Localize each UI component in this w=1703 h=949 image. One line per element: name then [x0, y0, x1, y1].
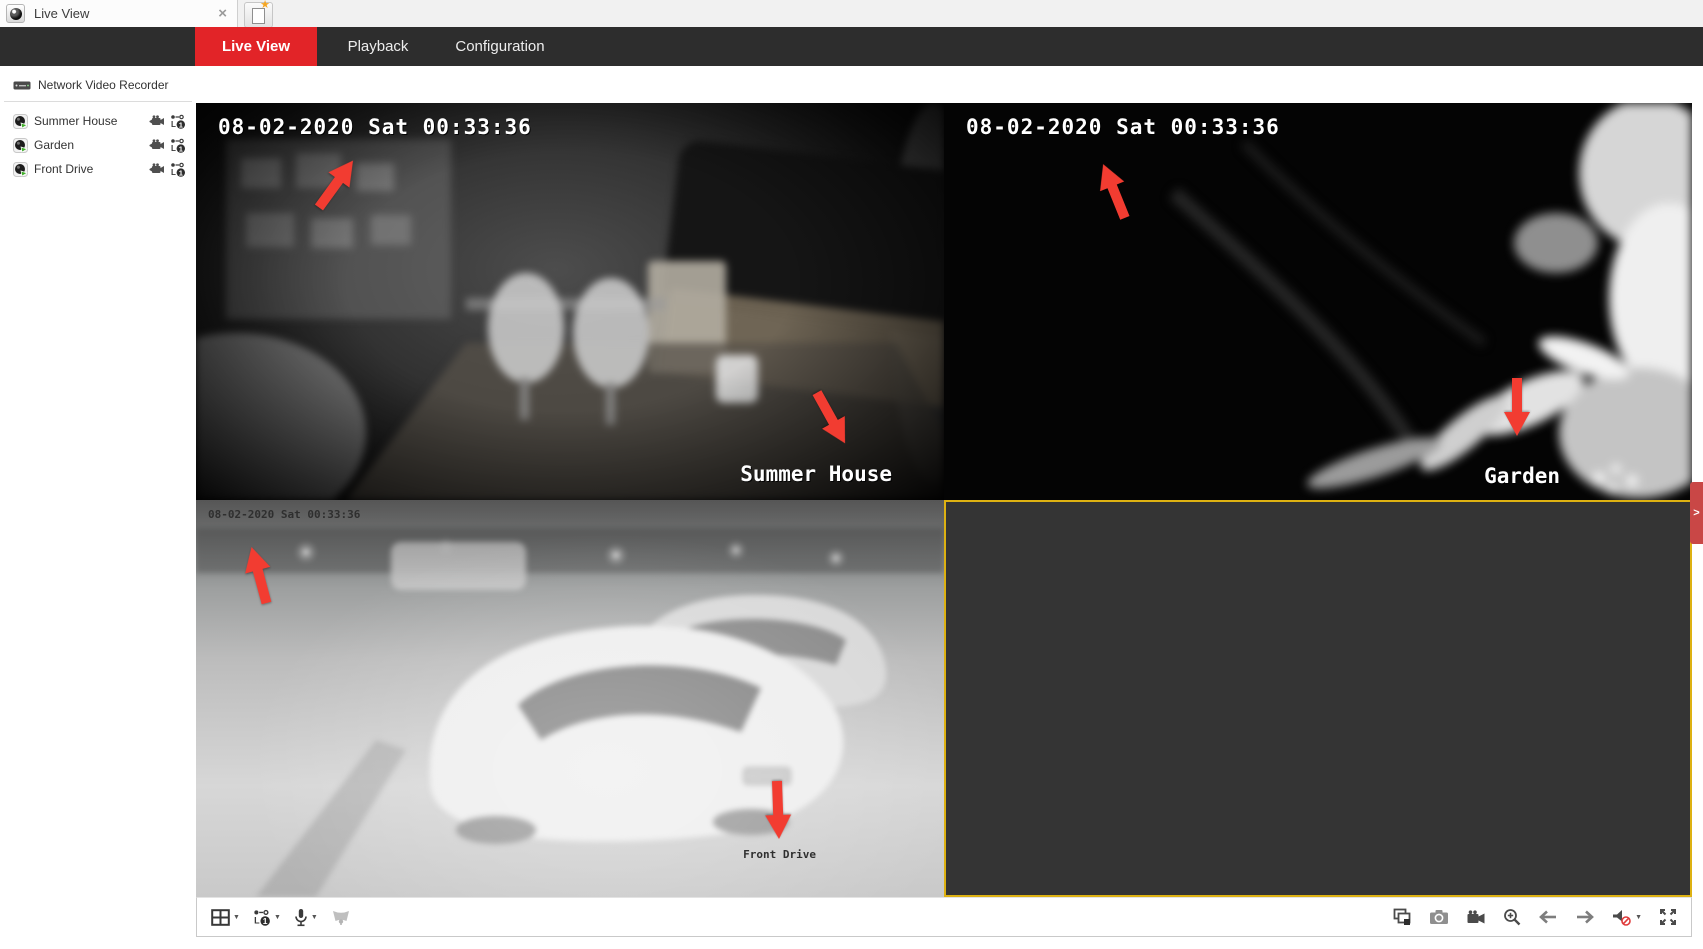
capture-snapshot-button[interactable]: [1427, 907, 1451, 927]
sidebar-item-summer-house[interactable]: Summer House L1: [0, 109, 196, 133]
lens-glyph: [10, 8, 22, 20]
sidebar-item-garden[interactable]: Garden L1: [0, 133, 196, 157]
garden-video-frame: [944, 103, 1692, 500]
browser-tab-bar: Live View × ★: [0, 0, 1703, 27]
digital-zoom-button[interactable]: [1501, 906, 1523, 928]
live-view-toolbar: ▼ L1 ▼ ▼: [196, 897, 1692, 937]
camera-name: Front Drive: [34, 162, 93, 176]
stream-type-icon[interactable]: L1: [170, 162, 186, 177]
sidebar-item-nvr[interactable]: Network Video Recorder: [0, 66, 196, 101]
camera-name: Garden: [34, 138, 74, 152]
nvr-device-icon: [13, 79, 31, 92]
svg-text:L: L: [171, 144, 176, 153]
two-way-audio-button[interactable]: ▼: [292, 906, 320, 929]
video-pane-empty-selected[interactable]: [944, 500, 1692, 897]
webcam-favicon-icon: [6, 4, 25, 23]
stream-type-icon[interactable]: L1: [170, 138, 186, 153]
video-pane-front-drive[interactable]: 08-02-2020 Sat 00:33:36 Front Drive: [196, 500, 944, 897]
next-page-button[interactable]: [1573, 907, 1597, 927]
camera-sidebar: Network Video Recorder Summer House L1 G…: [0, 66, 196, 949]
sidebar-item-front-drive[interactable]: Front Drive L1: [0, 157, 196, 181]
tab-configuration[interactable]: Configuration: [439, 27, 561, 66]
osd-timestamp: 08-02-2020 Sat 00:33:36: [966, 115, 1280, 139]
camera-lens-icon: [13, 162, 28, 177]
main-nav-bar: Live View Playback Configuration: [0, 27, 1703, 66]
fog-overlay: [196, 500, 944, 897]
svg-text:L: L: [171, 120, 176, 129]
window-division-button[interactable]: ▼: [209, 907, 242, 928]
new-tab-button[interactable]: ★: [244, 2, 273, 28]
stop-all-live-view-button[interactable]: [1391, 906, 1414, 928]
browser-tab[interactable]: Live View ×: [0, 0, 238, 27]
svg-text:L: L: [171, 168, 176, 177]
camera-name: Summer House: [34, 114, 117, 128]
svg-text:1: 1: [179, 168, 183, 177]
browser-tab-title: Live View: [34, 6, 89, 21]
chevron-down-icon[interactable]: ▼: [311, 914, 318, 921]
camera-lens-icon: [13, 138, 28, 153]
chevron-down-icon[interactable]: ▼: [1635, 914, 1642, 921]
expand-panel-button[interactable]: >: [1690, 482, 1703, 544]
record-video-button[interactable]: [1464, 908, 1488, 927]
svg-text:L: L: [254, 915, 260, 925]
start-live-camcorder-icon[interactable]: [149, 163, 165, 175]
chevron-down-icon[interactable]: ▼: [274, 914, 281, 921]
video-pane-garden[interactable]: 08-02-2020 Sat 00:33:36 Garden: [944, 103, 1692, 500]
chevron-right-icon: >: [1693, 507, 1699, 519]
osd-camera-label: Garden: [1484, 464, 1560, 488]
previous-page-button[interactable]: [1536, 907, 1560, 927]
fullscreen-button[interactable]: [1657, 906, 1679, 928]
stream-type-icon[interactable]: L1: [170, 114, 186, 129]
new-tab-star-icon: ★: [260, 0, 270, 11]
osd-timestamp: 08-02-2020 Sat 00:33:36: [208, 508, 360, 521]
tab-live-view[interactable]: Live View: [195, 27, 317, 66]
tab-close-icon[interactable]: ×: [218, 5, 227, 22]
camera-lens-icon: [13, 114, 28, 129]
svg-text:1: 1: [179, 144, 183, 153]
svg-text:1: 1: [263, 916, 268, 926]
chevron-down-icon[interactable]: ▼: [233, 914, 240, 921]
audio-mute-button[interactable]: ▼: [1610, 906, 1644, 928]
ir-vignette: [196, 103, 944, 500]
nvr-device-name: Network Video Recorder: [38, 78, 169, 92]
osd-camera-label: Summer House: [740, 462, 892, 486]
video-grid: 08-02-2020 Sat 00:33:36 Summer House 08-…: [196, 103, 1692, 897]
video-pane-summer-house[interactable]: 08-02-2020 Sat 00:33:36 Summer House: [196, 103, 944, 500]
osd-camera-label: Front Drive: [743, 848, 816, 861]
osd-timestamp: 08-02-2020 Sat 00:33:36: [218, 115, 532, 139]
stream-type-button[interactable]: L1 ▼: [251, 907, 283, 928]
svg-text:1: 1: [179, 120, 183, 129]
tab-playback[interactable]: Playback: [317, 27, 439, 66]
sidebar-divider: [4, 101, 192, 102]
fisheye-expansion-button[interactable]: [329, 906, 353, 928]
start-live-camcorder-icon[interactable]: [149, 115, 165, 127]
start-live-camcorder-icon[interactable]: [149, 139, 165, 151]
